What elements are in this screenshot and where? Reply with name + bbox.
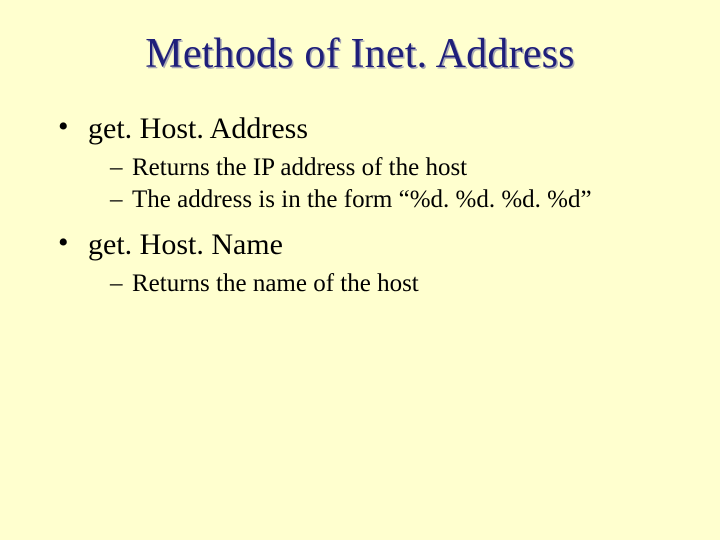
bullet-label: get. Host. Name	[88, 228, 283, 261]
list-item: get. Host. Address Returns the IP addres…	[58, 112, 680, 214]
sub-bullet-text: The address is in the form “%d. %d. %d. …	[132, 186, 592, 213]
bullet-list: get. Host. Address Returns the IP addres…	[40, 112, 680, 298]
sub-list: Returns the IP address of the host The a…	[88, 154, 680, 214]
sub-list-item: Returns the IP address of the host	[110, 154, 680, 182]
sub-bullet-text: Returns the IP address of the host	[132, 154, 467, 181]
sub-list-item: The address is in the form “%d. %d. %d. …	[110, 186, 680, 214]
list-item: get. Host. Name Returns the name of the …	[58, 228, 680, 298]
bullet-label: get. Host. Address	[88, 112, 308, 145]
sub-list: Returns the name of the host	[88, 270, 680, 298]
sub-bullet-text: Returns the name of the host	[132, 270, 419, 297]
sub-list-item: Returns the name of the host	[110, 270, 680, 298]
slide-title: Methods of Inet. Address	[40, 30, 680, 78]
slide: Methods of Inet. Address get. Host. Addr…	[0, 0, 720, 540]
